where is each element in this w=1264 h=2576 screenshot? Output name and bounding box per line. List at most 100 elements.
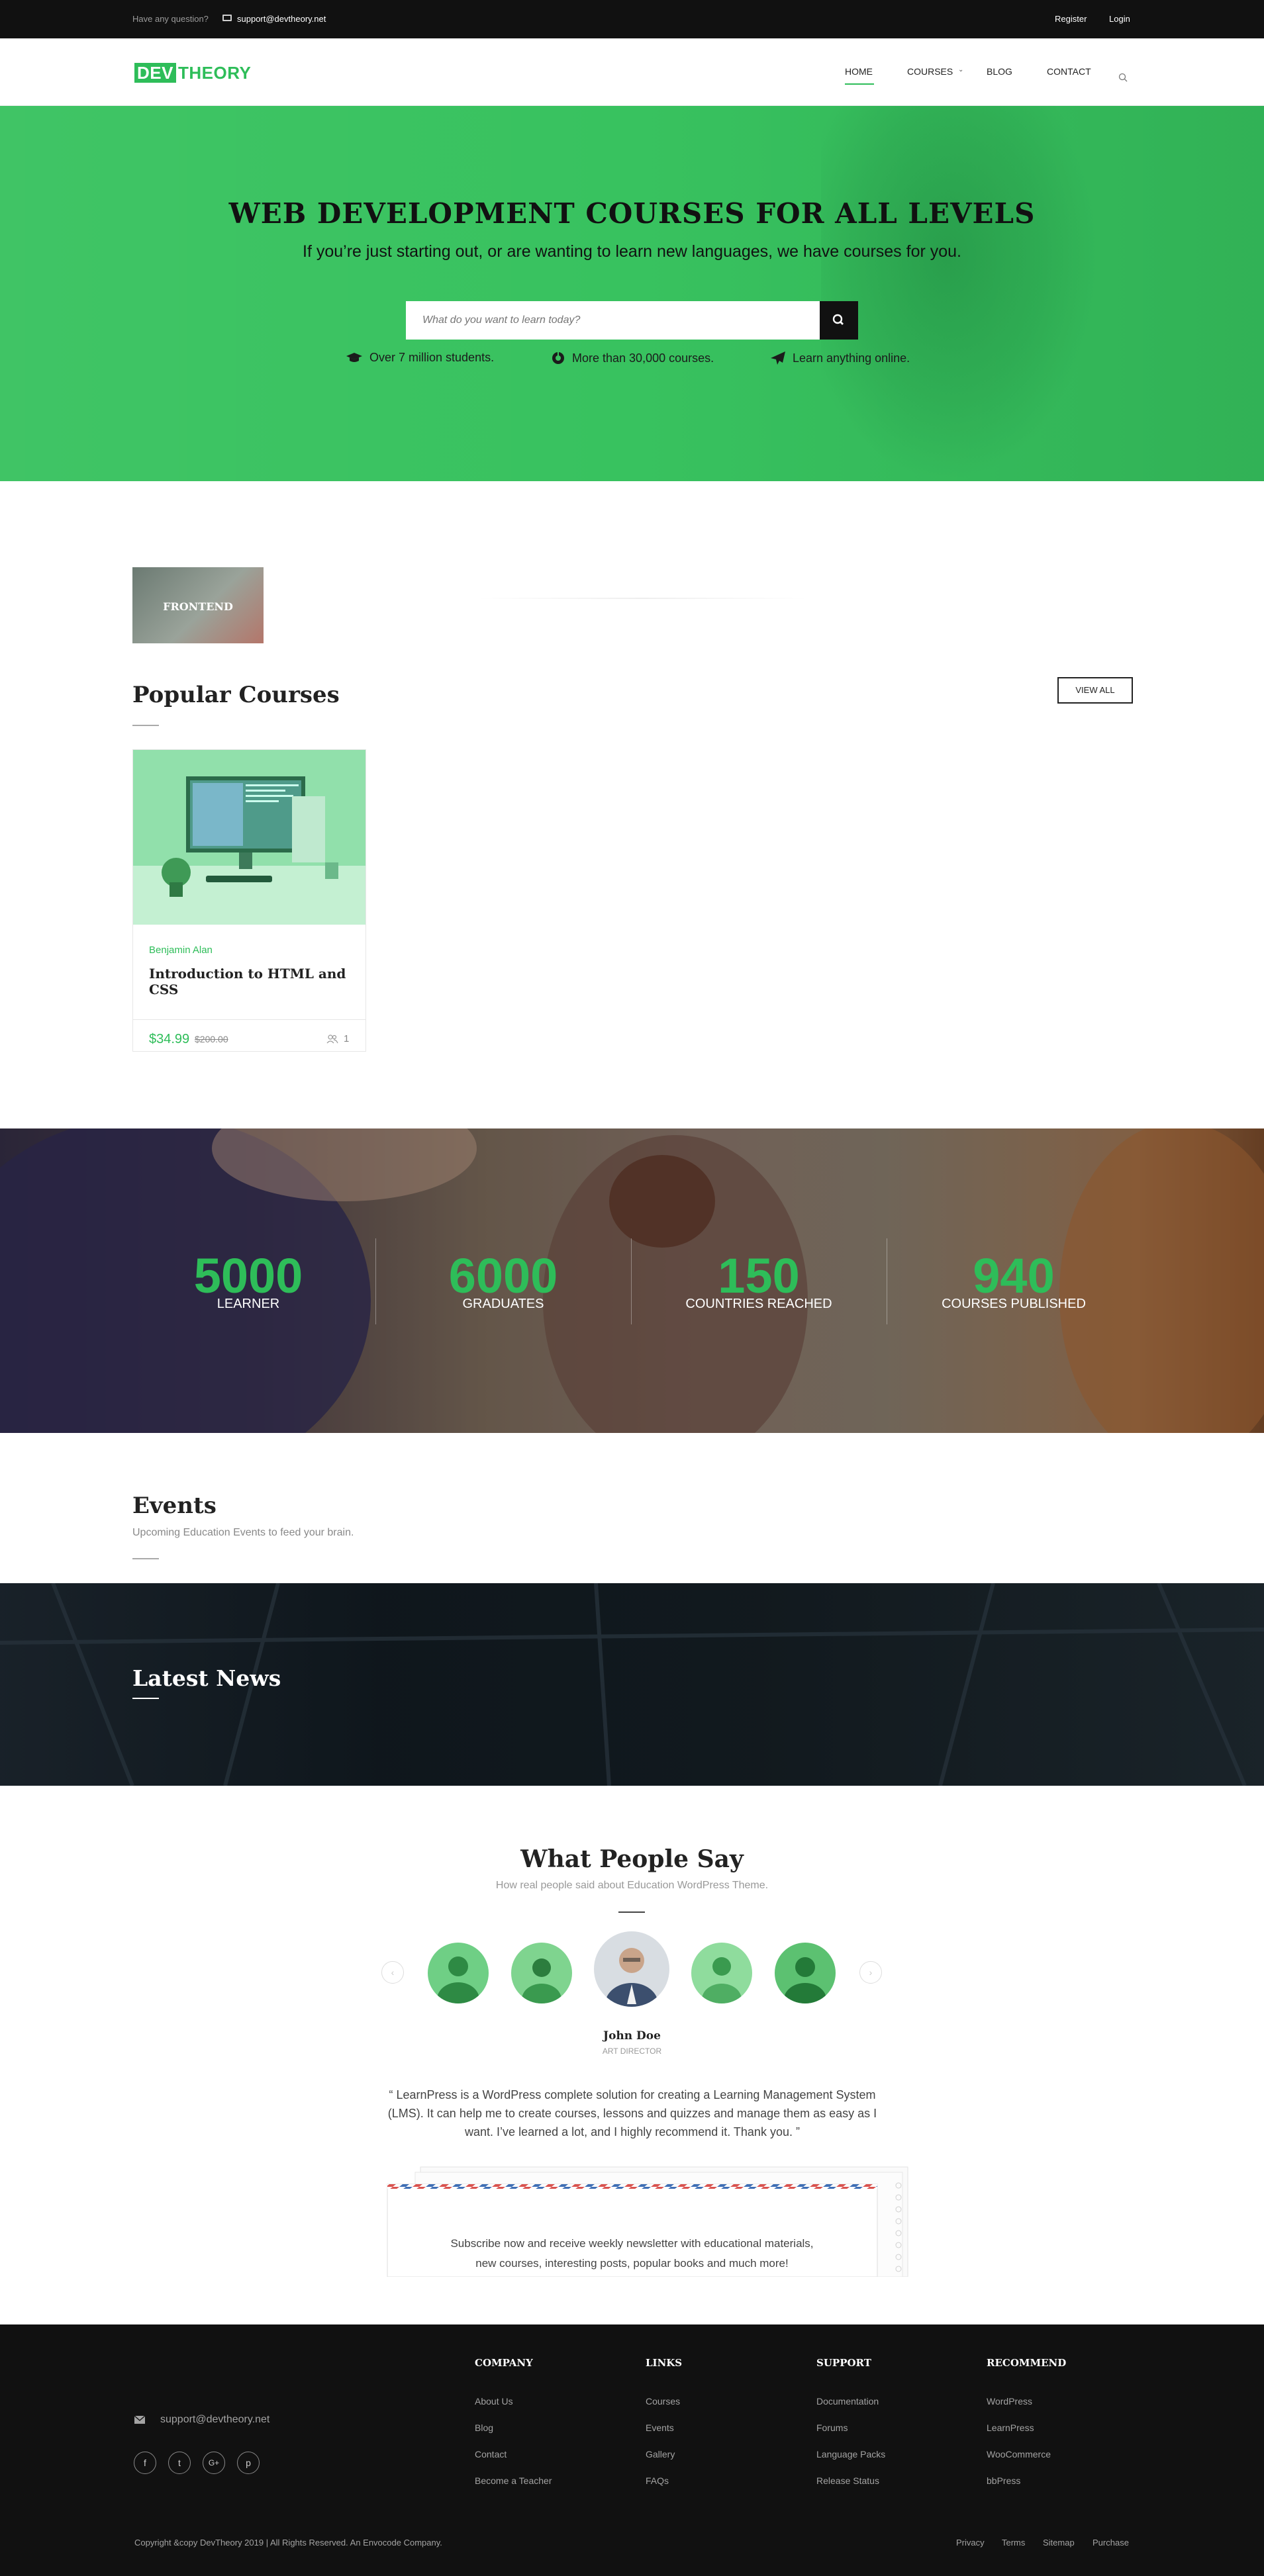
feature-text: Learn anything online. xyxy=(793,351,910,365)
title-divider xyxy=(132,1698,159,1699)
course-card-footer: $34.99 $200.00 1 xyxy=(133,1019,365,1052)
footer-link[interactable]: Blog xyxy=(475,2422,493,2433)
view-all-button[interactable]: VIEW ALL xyxy=(1057,677,1133,704)
stat-number: 150 xyxy=(718,1248,800,1303)
stat-label: GRADUATES xyxy=(462,1297,544,1311)
events-subtitle: Upcoming Education Events to feed your b… xyxy=(132,1527,354,1538)
footer-link[interactable]: LearnPress xyxy=(987,2422,1034,2433)
nav-contact[interactable]: CONTACT xyxy=(1047,66,1091,77)
section-title-testimonials: What People Say xyxy=(520,1845,744,1873)
rebel-icon xyxy=(552,352,564,364)
nav-courses[interactable]: COURSES xyxy=(907,66,953,77)
stat-divider xyxy=(375,1238,376,1324)
category-carousel-track xyxy=(477,598,808,599)
testimonial-avatar-active[interactable] xyxy=(594,1931,669,2007)
footer-email-link[interactable]: support@devtheory.net xyxy=(160,2414,269,2426)
pinterest-icon[interactable]: p xyxy=(237,2452,260,2474)
testimonials-subtitle: How real people said about Education Wor… xyxy=(495,1880,769,1891)
testimonial-role: ART DIRECTOR xyxy=(602,2047,662,2056)
newsletter-line-2: new courses, interesting posts, popular … xyxy=(475,2257,789,2270)
newsletter-text: Subscribe now and receive weekly newslet… xyxy=(386,2234,878,2274)
hero-feature: Over 7 million students. xyxy=(346,351,494,365)
search-icon xyxy=(832,314,844,325)
search-button[interactable] xyxy=(820,301,858,340)
course-author[interactable]: Benjamin Alan xyxy=(149,944,213,956)
stat-label: COUNTRIES REACHED xyxy=(685,1297,832,1311)
nav-blog[interactable]: BLOG xyxy=(987,66,1012,77)
footer-link[interactable]: Forums xyxy=(816,2422,848,2433)
paper-plane-icon xyxy=(771,351,785,365)
footer-link[interactable]: Become a Teacher xyxy=(475,2475,552,2486)
next-arrow-button[interactable]: › xyxy=(859,1961,882,1984)
register-link[interactable]: Register xyxy=(1055,14,1087,24)
course-thumbnail[interactable] xyxy=(133,750,365,925)
footer-bottom-link[interactable]: Sitemap xyxy=(1043,2538,1075,2548)
feature-text: More than 30,000 courses. xyxy=(572,351,714,365)
testimonial-name: John Doe xyxy=(603,2029,661,2043)
footer-link[interactable]: Courses xyxy=(646,2396,680,2407)
feature-text: Over 7 million students. xyxy=(369,351,495,364)
section-title-events: Events xyxy=(132,1493,217,1519)
nav-home[interactable]: HOME xyxy=(845,66,873,77)
footer-link[interactable]: Contact xyxy=(475,2449,507,2460)
footer-link[interactable]: FAQs xyxy=(646,2475,669,2486)
section-title-latest-news: Latest News xyxy=(132,1665,281,1691)
hero-subtitle: If you’re just starting out, or are want… xyxy=(303,242,961,261)
nav-active-indicator xyxy=(845,83,874,85)
support-email-link[interactable]: support@devtheory.net xyxy=(237,14,326,24)
hero-title: WEB DEVELOPMENT COURSES FOR ALL LEVELS xyxy=(228,197,1036,230)
copyright-text: Copyright &copy DevTheory 2019 | All Rig… xyxy=(134,2538,442,2548)
footer-link[interactable]: Events xyxy=(646,2422,674,2433)
footer-link[interactable]: Documentation xyxy=(816,2396,879,2407)
footer-link[interactable]: Gallery xyxy=(646,2449,675,2460)
title-divider xyxy=(132,1558,159,1559)
envelope-icon xyxy=(134,2416,145,2424)
footer-link[interactable]: Release Status xyxy=(816,2475,879,2486)
category-label: FRONTEND xyxy=(163,600,233,613)
stat-label: LEARNER xyxy=(217,1297,280,1311)
twitter-icon[interactable]: t xyxy=(168,2452,191,2474)
course-search-box xyxy=(406,301,820,340)
footer-bottom-link[interactable]: Purchase xyxy=(1093,2538,1129,2548)
footer-column-title: LINKS xyxy=(646,2357,683,2369)
testimonial-avatar[interactable] xyxy=(691,1943,752,2003)
testimonial-avatar[interactable] xyxy=(428,1943,489,2003)
footer-link[interactable]: About Us xyxy=(475,2396,513,2407)
footer-link[interactable]: bbPress xyxy=(987,2475,1020,2486)
course-price: $34.99 xyxy=(149,1032,190,1046)
footer-link[interactable]: WooCommerce xyxy=(987,2449,1051,2460)
footer-link[interactable]: WordPress xyxy=(987,2396,1032,2407)
site-logo[interactable]: DEV THEORY xyxy=(134,63,251,83)
logo-theory: THEORY xyxy=(177,62,252,83)
title-divider xyxy=(132,725,159,726)
newsletter-line-1: Subscribe now and receive weekly newslet… xyxy=(450,2237,814,2250)
testimonial-avatar[interactable] xyxy=(775,1943,836,2003)
envelope-icon xyxy=(222,15,232,21)
google-plus-icon[interactable]: G+ xyxy=(203,2452,225,2474)
hero-banner: WEB DEVELOPMENT COURSES FOR ALL LEVELS I… xyxy=(0,106,1264,481)
facebook-icon[interactable]: f xyxy=(134,2452,156,2474)
footer-bottom-link[interactable]: Privacy xyxy=(956,2538,985,2548)
course-title[interactable]: Introduction to HTML and CSS xyxy=(149,966,365,997)
course-card[interactable]: Benjamin Alan Introduction to HTML and C… xyxy=(132,749,366,1052)
footer-column-title: RECOMMEND xyxy=(987,2357,1067,2369)
stat-number: 6000 xyxy=(448,1248,558,1303)
course-search-input[interactable] xyxy=(406,301,820,340)
question-text: Have any question? xyxy=(132,14,209,24)
stats-section: 5000 LEARNER 6000 GRADUATES 150 COUNTRIE… xyxy=(0,1128,1264,1433)
search-icon[interactable] xyxy=(1118,73,1128,82)
login-link[interactable]: Login xyxy=(1109,14,1130,24)
section-title-popular-courses: Popular Courses xyxy=(132,682,340,708)
students-icon xyxy=(326,1035,338,1044)
chevron-down-icon[interactable]: ⌄ xyxy=(958,66,963,73)
title-divider xyxy=(618,1911,645,1913)
footer-column-title: SUPPORT xyxy=(816,2357,871,2369)
footer-bottom-link[interactable]: Terms xyxy=(1002,2538,1025,2548)
logo-dev: DEV xyxy=(134,63,176,83)
footer-link[interactable]: Language Packs xyxy=(816,2449,885,2460)
testimonial-avatar[interactable] xyxy=(511,1943,572,2003)
course-student-count: 1 xyxy=(344,1033,350,1044)
footer-column-title: COMPANY xyxy=(475,2357,533,2369)
prev-arrow-button[interactable]: ‹ xyxy=(381,1961,404,1984)
graduation-cap-icon xyxy=(346,352,362,362)
